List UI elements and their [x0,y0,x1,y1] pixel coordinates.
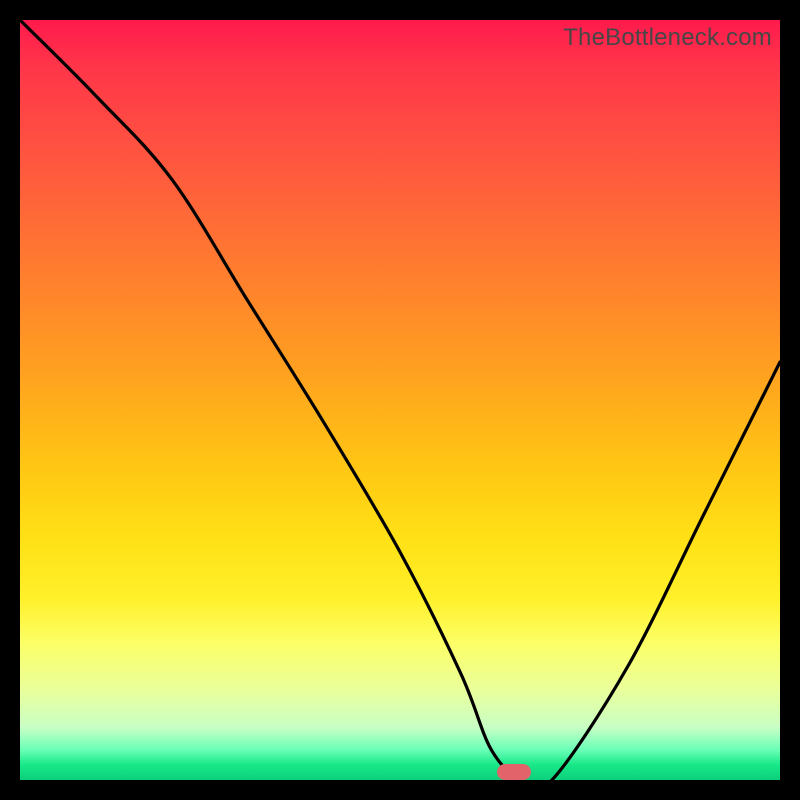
optimal-marker [497,764,531,780]
chart-frame: TheBottleneck.com [20,20,780,780]
bottleneck-curve [20,20,780,780]
curve-path [20,20,780,780]
watermark-text: TheBottleneck.com [563,24,772,52]
plot-area [20,20,780,780]
